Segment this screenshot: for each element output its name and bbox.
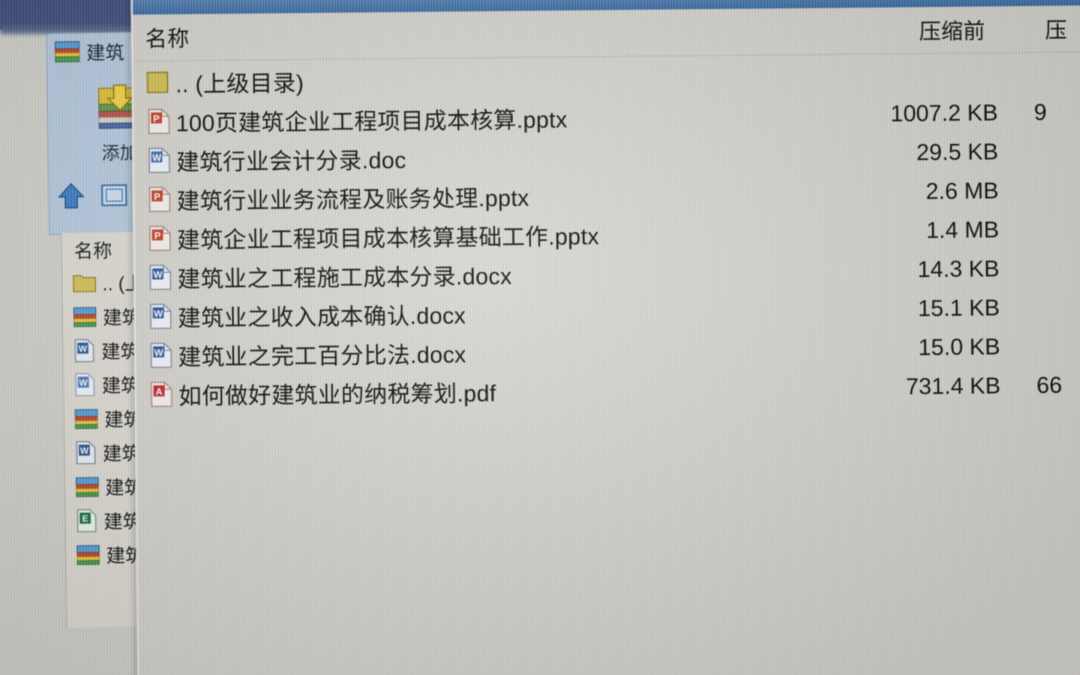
archive-icon (74, 407, 98, 430)
file-name: 建筑业之完工百分比法.docx (178, 340, 467, 370)
archive-icon (54, 40, 80, 64)
file-size-after: 9 (1033, 98, 1047, 125)
background-window-navbar[interactable] (56, 180, 128, 211)
excel-icon: E (76, 508, 98, 533)
svg-text:W: W (154, 347, 163, 358)
svg-text:A: A (156, 386, 163, 397)
foreground-archive-window[interactable]: 名称 压缩前 压 .. (上级目录) P 100页建筑企业工程项目成本核算.pp… (130, 0, 1080, 675)
powerpoint-icon: P (142, 108, 176, 134)
svg-text:W: W (80, 446, 89, 456)
svg-text:W: W (154, 308, 163, 319)
file-size-after (1036, 346, 1080, 347)
archive-file-list[interactable]: .. (上级目录) P 100页建筑企业工程项目成本核算.pptx 1007.2… (133, 53, 1080, 413)
file-size-before: 1.4 MB (926, 216, 1000, 244)
word-icon: W (73, 338, 95, 363)
file-size-after: 66 (1036, 371, 1063, 398)
svg-text:P: P (154, 230, 161, 241)
column-header-name[interactable]: 名称 (145, 21, 189, 53)
svg-text:P: P (153, 113, 160, 124)
powerpoint-icon: P (143, 225, 177, 251)
pdf-icon: A (144, 381, 178, 407)
svg-text:W: W (153, 269, 162, 280)
svg-text:P: P (154, 191, 161, 202)
column-header-size-before[interactable]: 压缩前 (919, 13, 985, 46)
file-size-after (1034, 151, 1080, 152)
file-size-after (1036, 307, 1080, 308)
svg-text:W: W (152, 152, 161, 163)
word-icon: W (74, 372, 96, 397)
svg-text:W: W (79, 344, 88, 354)
file-size-after (1035, 268, 1080, 269)
background-window-title: 建筑 (86, 42, 125, 65)
archive-icon (73, 305, 97, 328)
file-size-before: 29.5 KB (916, 138, 999, 166)
file-size-after (1035, 229, 1080, 230)
background-window-titlebar[interactable]: 建筑 (50, 38, 124, 65)
file-name: 100页建筑企业工程项目成本核算.pptx (175, 105, 568, 136)
folder-icon (141, 70, 175, 94)
column-header-size-after[interactable]: 压 (1045, 12, 1080, 44)
monitor-photo-screen: 建筑 添加 名称 .. (上 建筑 W 建筑 W 建筑 建筑 W 建筑 建筑 E… (0, 0, 1080, 675)
file-size-after (1035, 190, 1080, 191)
file-name: 建筑行业业务流程及账务处理.pptx (176, 184, 530, 214)
file-name: 建筑业之工程施工成本分录.docx (177, 262, 512, 292)
svg-text:E: E (82, 514, 88, 524)
folder-icon (72, 272, 97, 293)
file-name: 建筑企业工程项目成本核算基础工作.pptx (176, 222, 600, 253)
file-name: 如何做好建筑业的纳税筹划.pdf (178, 379, 497, 409)
file-name: .. (上级目录) (175, 69, 304, 97)
word-icon: W (143, 264, 177, 290)
file-list-column-headers: 名称 压缩前 压 (132, 5, 1080, 62)
up-arrow-icon[interactable] (56, 181, 86, 211)
table-row[interactable]: A 如何做好建筑业的纳税筹划.pdf 731.4 KB 66 (136, 365, 1080, 413)
file-size-before (824, 74, 998, 76)
file-size-before: 1007.2 KB (890, 99, 999, 127)
file-size-after (1034, 73, 1080, 74)
file-size-before: 15.1 KB (917, 294, 1000, 322)
file-size-before: 15.0 KB (918, 333, 1001, 361)
folder-icon[interactable] (100, 182, 128, 208)
word-icon: W (144, 342, 178, 368)
word-icon: W (144, 303, 178, 329)
file-name: 建筑业之收入成本确认.docx (177, 301, 466, 331)
archive-icon (76, 543, 100, 566)
file-size-before: 2.6 MB (925, 177, 999, 205)
svg-text:W: W (79, 378, 88, 388)
archive-icon (75, 475, 99, 498)
file-name: 建筑行业会计分录.doc (176, 146, 407, 175)
file-size-before: 731.4 KB (905, 372, 1001, 400)
word-icon: W (75, 440, 97, 465)
word-icon: W (142, 147, 176, 173)
file-size-before: 14.3 KB (917, 255, 1000, 283)
powerpoint-icon: P (143, 186, 177, 212)
